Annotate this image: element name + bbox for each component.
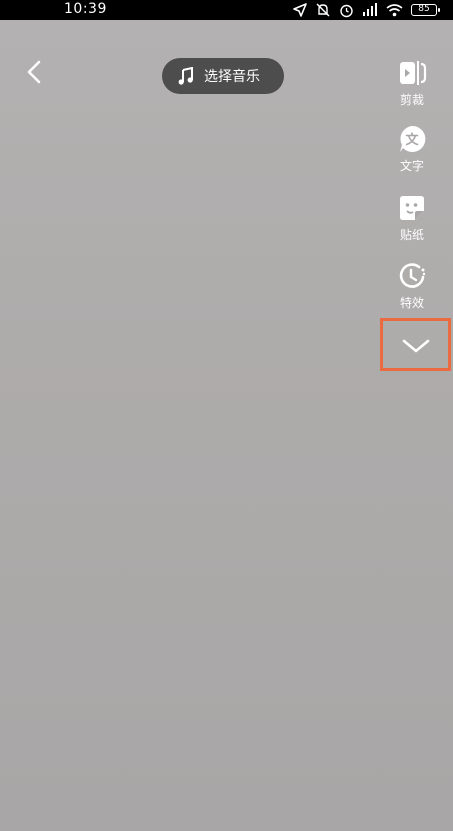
wifi-icon [386, 4, 403, 17]
video-preview[interactable] [0, 20, 453, 831]
signal-icon [363, 3, 377, 16]
trim-icon [400, 61, 427, 85]
tool-trim[interactable]: 剪裁 [388, 58, 436, 108]
select-music-label: 选择音乐 [204, 69, 260, 85]
sticker-icon [400, 196, 424, 220]
select-music-button[interactable]: 选择音乐 [162, 58, 284, 94]
status-icons: 85 [293, 2, 440, 18]
music-note-icon [178, 67, 193, 85]
svg-text:文: 文 [405, 132, 419, 148]
status-time: 10:39 [64, 1, 107, 17]
tool-effects[interactable]: 特效 [388, 261, 436, 311]
tool-sticker[interactable]: 贴纸 [388, 193, 436, 243]
tool-label: 文字 [399, 159, 424, 173]
tool-text[interactable]: 文 文字 [388, 124, 436, 174]
status-bar: 10:39 85 [0, 0, 453, 20]
back-button[interactable] [22, 58, 48, 86]
location-arrow-icon [293, 3, 307, 17]
expand-tools-button[interactable] [380, 318, 451, 371]
tool-label: 剪裁 [399, 93, 424, 107]
chevron-down-icon [402, 339, 430, 353]
battery-indicator: 85 [411, 4, 440, 16]
alarm-icon [340, 4, 353, 17]
tool-label: 特效 [399, 296, 424, 310]
text-icon: 文 [400, 125, 426, 152]
tool-label: 贴纸 [399, 228, 424, 242]
mute-icon [316, 3, 330, 17]
chevron-left-icon [27, 60, 41, 84]
effects-icon [399, 263, 426, 288]
